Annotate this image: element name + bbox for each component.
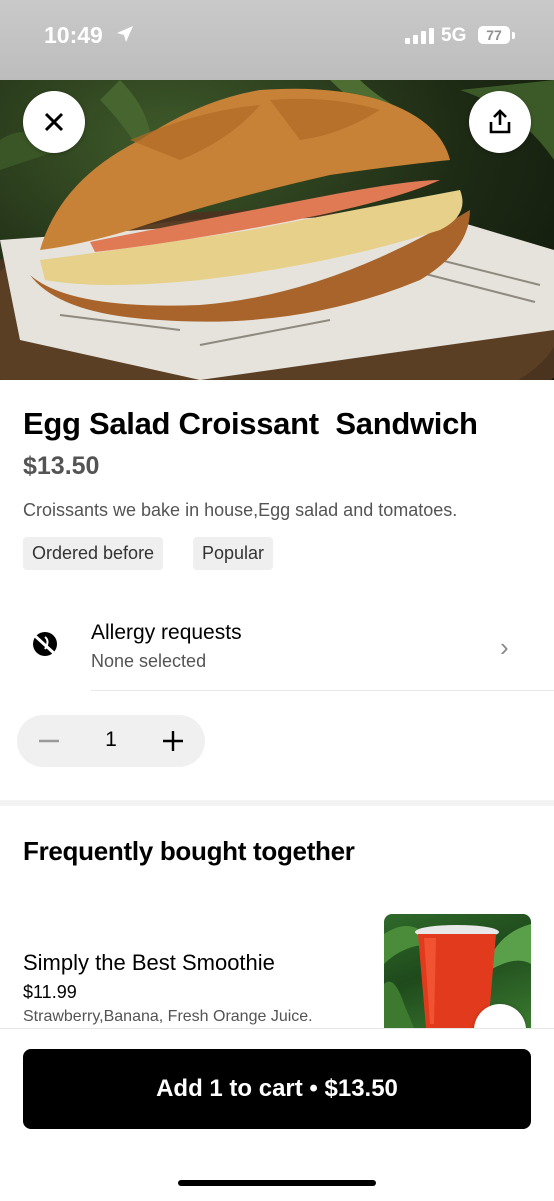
chevron-right-icon: › bbox=[500, 632, 509, 662]
allergy-subtitle: None selected bbox=[91, 651, 207, 671]
close-icon bbox=[44, 112, 64, 132]
product-title: Egg Salad Croissant Sandwich bbox=[23, 406, 478, 441]
close-button[interactable] bbox=[23, 91, 85, 153]
divider bbox=[91, 690, 554, 691]
signal-icon bbox=[405, 28, 434, 44]
frequently-bought-title: Frequently bought together bbox=[23, 836, 355, 866]
quantity-value: 1 bbox=[105, 728, 117, 751]
product-image bbox=[0, 80, 554, 380]
item-price: $11.99 bbox=[23, 982, 77, 1002]
allergy-icon bbox=[32, 632, 58, 657]
share-icon bbox=[489, 109, 511, 134]
share-button[interactable] bbox=[469, 91, 531, 153]
allergy-requests-row[interactable]: Allergy requests None selected › bbox=[0, 605, 554, 691]
product-description: Croissants we bake in house,Egg salad an… bbox=[23, 500, 458, 520]
battery-cap bbox=[512, 32, 515, 39]
item-name: Simply the Best Smoothie bbox=[23, 950, 275, 975]
item-description: Strawberry,Banana, Fresh Orange Juice. bbox=[23, 1008, 313, 1025]
home-indicator bbox=[178, 1180, 376, 1186]
tag-ordered-before: Ordered before bbox=[23, 537, 164, 570]
add-to-cart-button[interactable]: Add 1 to cart • $13.50 bbox=[23, 1049, 531, 1129]
network-type: 5G bbox=[441, 25, 467, 46]
location-arrow-icon bbox=[117, 26, 133, 42]
decrease-quantity-button[interactable] bbox=[37, 729, 61, 753]
allergy-title: Allergy requests bbox=[91, 621, 242, 644]
status-bar: 10:49 5G 77 bbox=[0, 0, 554, 80]
section-divider bbox=[0, 800, 554, 806]
increase-quantity-button[interactable] bbox=[161, 729, 185, 753]
tag-popular: Popular bbox=[193, 537, 274, 570]
quantity-stepper: 1 bbox=[17, 715, 205, 767]
battery-icon: 77 bbox=[478, 26, 510, 44]
status-time: 10:49 bbox=[44, 22, 103, 48]
product-price: $13.50 bbox=[23, 452, 100, 480]
